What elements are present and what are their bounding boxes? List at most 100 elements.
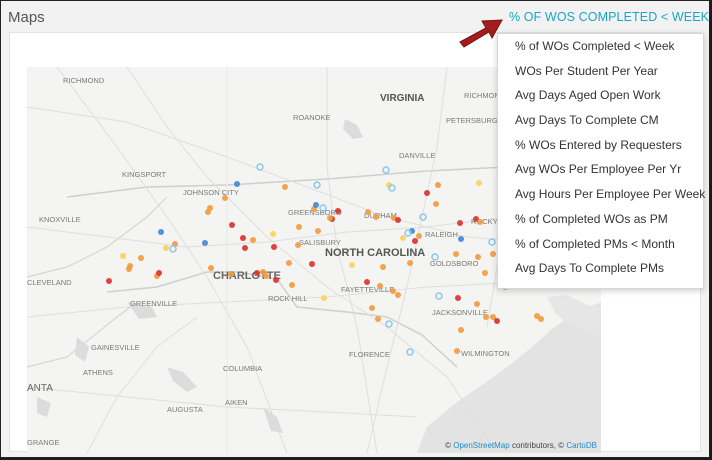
map-marker[interactable] — [407, 260, 413, 266]
map-marker[interactable] — [474, 301, 480, 307]
map-marker[interactable] — [538, 316, 544, 322]
map-marker[interactable] — [222, 195, 228, 201]
menu-item-wos-per-student-year[interactable]: WOs Per Student Per Year — [498, 59, 703, 84]
map-marker[interactable] — [494, 318, 500, 324]
map-marker[interactable] — [435, 292, 443, 300]
map-marker[interactable] — [295, 242, 301, 248]
map-marker[interactable] — [205, 209, 211, 215]
map-marker[interactable] — [229, 222, 235, 228]
menu-item-avg-wos-per-employee[interactable]: Avg WOs Per Employee Per Yr — [498, 157, 703, 182]
map-marker[interactable] — [202, 240, 208, 246]
lake-shape — [343, 119, 363, 139]
metric-dropdown-toggle[interactable]: % OF WOS COMPLETED < WEEK — [509, 10, 712, 24]
map-marker[interactable] — [382, 166, 390, 174]
map-marker[interactable] — [395, 292, 401, 298]
map-marker[interactable] — [457, 220, 463, 226]
map-marker[interactable] — [335, 208, 341, 214]
map-marker[interactable] — [385, 320, 393, 328]
map-marker[interactable] — [475, 254, 481, 260]
map-marker[interactable] — [406, 348, 414, 356]
map-marker[interactable] — [273, 277, 279, 283]
map-marker[interactable] — [106, 278, 112, 284]
map-marker[interactable] — [156, 270, 162, 276]
map-marker[interactable] — [234, 181, 240, 187]
city-label: ANTA — [27, 383, 53, 394]
map-marker[interactable] — [419, 213, 427, 221]
map-marker[interactable] — [313, 181, 321, 189]
map-marker[interactable] — [395, 217, 401, 223]
map-marker[interactable] — [453, 251, 459, 257]
map-marker[interactable] — [289, 282, 295, 288]
map-marker[interactable] — [242, 245, 248, 251]
map-marker[interactable] — [373, 214, 379, 220]
city-label: AIKEN — [225, 398, 248, 407]
map-marker[interactable] — [263, 273, 269, 279]
map-marker[interactable] — [454, 348, 460, 354]
map-marker[interactable] — [458, 236, 464, 242]
city-label: ROCK HILL — [268, 294, 308, 303]
map-marker[interactable] — [163, 245, 169, 251]
state-border-tn — [27, 196, 168, 278]
map-marker[interactable] — [365, 209, 371, 215]
map-marker[interactable] — [490, 251, 496, 257]
map-marker[interactable] — [390, 288, 396, 294]
map-marker[interactable] — [120, 253, 126, 259]
menu-item-avg-days-aged-open[interactable]: Avg Days Aged Open Work — [498, 83, 703, 108]
map-marker[interactable] — [271, 244, 277, 250]
map-marker[interactable] — [458, 327, 464, 333]
city-label: DANVILLE — [399, 151, 435, 160]
menu-item-avg-days-complete-cm[interactable]: Avg Days To Complete CM — [498, 108, 703, 133]
map-marker[interactable] — [412, 238, 418, 244]
map-marker[interactable] — [433, 201, 439, 207]
map-marker[interactable] — [126, 266, 132, 272]
city-label: SALISBURY — [299, 238, 341, 247]
map-marker[interactable] — [158, 229, 164, 235]
map-marker[interactable] — [482, 270, 488, 276]
city-label: ATHENS — [83, 368, 113, 377]
map-marker[interactable] — [270, 231, 276, 237]
menu-item-avg-hours-per-employee[interactable]: Avg Hours Per Employee Per Week — [498, 182, 705, 207]
city-label: GRANGE — [27, 438, 60, 447]
map-marker[interactable] — [327, 215, 333, 221]
menu-item-pct-wos-entered-requesters[interactable]: % WOs Entered by Requesters — [498, 133, 703, 158]
map-marker[interactable] — [138, 255, 144, 261]
map-marker[interactable] — [455, 295, 461, 301]
menu-item-pct-completed-wos-pm[interactable]: % of Completed WOs as PM — [498, 207, 703, 232]
map-marker[interactable] — [309, 261, 315, 267]
map-marker[interactable] — [240, 235, 246, 241]
menu-item-pct-completed-pms-month[interactable]: % of Completed PMs < Month — [498, 232, 703, 257]
map-marker[interactable] — [416, 233, 422, 239]
map-marker[interactable] — [369, 305, 375, 311]
map-marker[interactable] — [476, 180, 482, 186]
map-marker[interactable] — [296, 224, 302, 230]
city-label: RICHMOND — [63, 76, 105, 85]
map-marker[interactable] — [169, 245, 177, 253]
map-marker[interactable] — [321, 295, 327, 301]
map-marker[interactable] — [435, 182, 441, 188]
cartodb-link[interactable]: CartoDB — [566, 441, 597, 450]
menu-item-avg-days-complete-pms[interactable]: Avg Days To Complete PMs — [498, 256, 703, 281]
map-marker[interactable] — [488, 238, 496, 246]
map-marker[interactable] — [282, 184, 288, 190]
map-marker[interactable] — [477, 219, 483, 225]
map-marker[interactable] — [286, 260, 292, 266]
map-marker[interactable] — [388, 184, 396, 192]
map-marker[interactable] — [375, 316, 381, 322]
map-marker[interactable] — [424, 190, 430, 196]
city-label: CLEVELAND — [27, 278, 72, 287]
map-marker[interactable] — [377, 283, 383, 289]
map-marker[interactable] — [400, 235, 406, 241]
city-labels: RICHMOND RICHMOND ROANOKE PETERSBURG DAN… — [27, 76, 510, 447]
map-marker[interactable] — [228, 271, 234, 277]
map-marker[interactable] — [364, 279, 370, 285]
menu-item-pct-wos-completed-week[interactable]: % of WOs Completed < Week — [498, 34, 703, 59]
map-marker[interactable] — [208, 265, 214, 271]
map-marker[interactable] — [250, 237, 256, 243]
openstreetmap-link[interactable]: OpenStreetMap — [453, 441, 509, 450]
map-marker[interactable] — [483, 314, 489, 320]
map-marker[interactable] — [315, 228, 321, 234]
map-marker[interactable] — [254, 270, 260, 276]
map-marker[interactable] — [313, 202, 319, 208]
map-marker[interactable] — [349, 262, 355, 268]
map-marker[interactable] — [380, 264, 386, 270]
